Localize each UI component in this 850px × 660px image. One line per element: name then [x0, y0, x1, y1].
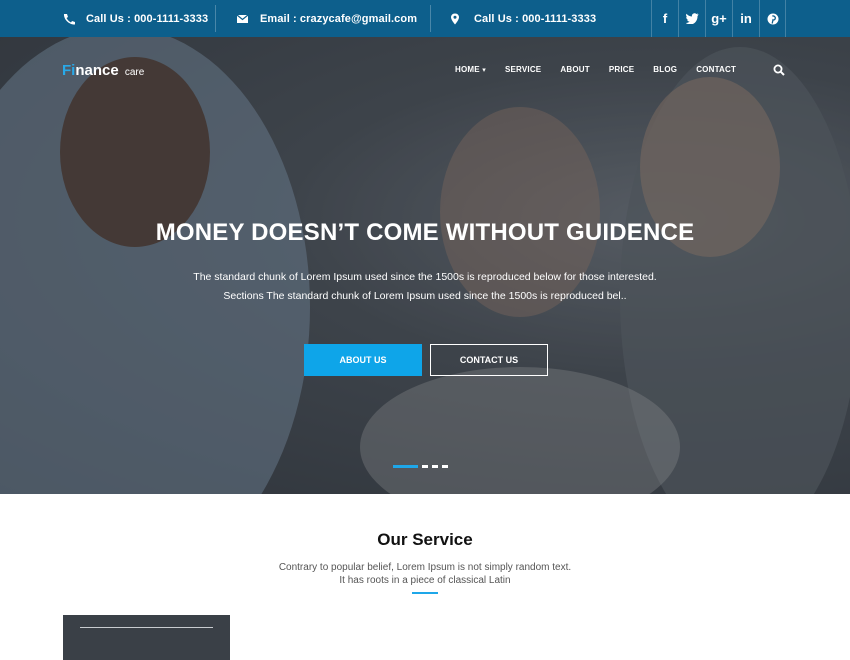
slider-pagination [393, 465, 452, 468]
phone-contact-2[interactable]: Call Us : 000-1111-3333 [450, 0, 596, 37]
main-nav: HOME ▾ SERVICE ABOUT PRICE BLOG CONTACT [455, 65, 755, 74]
logo-suffix: care [124, 67, 145, 78]
envelope-icon [236, 14, 249, 23]
service-card[interactable] [63, 615, 230, 660]
email-text: Email : crazycafe@gmail.com [260, 12, 418, 25]
site-logo[interactable]: Finance care [62, 62, 144, 79]
phone-contact[interactable]: Call Us : 000-1111-3333 [62, 0, 208, 37]
service-description-line-2: It has roots in a piece of classical Lat… [339, 575, 511, 586]
nav-item-service[interactable]: SERVICE [505, 65, 541, 74]
facebook-icon[interactable]: f [651, 0, 678, 37]
slider-dot-active[interactable] [393, 465, 418, 468]
section-underline [412, 592, 438, 594]
pinterest-logo-icon [767, 13, 778, 24]
hero-overlay [0, 37, 850, 494]
card-divider [80, 627, 213, 628]
service-section-title: Our Service [377, 530, 473, 549]
phone-icon [63, 13, 75, 25]
phone-text: Call Us : 000-1111-3333 [86, 12, 209, 25]
linkedin-icon[interactable]: in [732, 0, 759, 37]
nav-item-price[interactable]: PRICE [609, 65, 634, 74]
service-description-line-1: Contrary to popular belief, Lorem Ipsum … [278, 562, 572, 573]
hero-slider: Finance care HOME ▾ SERVICE ABOUT PRICE … [0, 37, 850, 494]
hero-description-line-2: Sections The standard chunk of Lorem Ips… [223, 290, 627, 302]
search-icon[interactable] [773, 64, 785, 76]
nav-item-contact[interactable]: CONTACT [696, 65, 736, 74]
nav-item-blog[interactable]: BLOG [653, 65, 677, 74]
divider [430, 5, 431, 32]
twitter-bird-icon [685, 13, 698, 24]
social-links: f g+ in [651, 0, 786, 37]
divider [215, 5, 216, 32]
nav-item-home[interactable]: HOME ▾ [455, 65, 486, 74]
hero-description-line-1: The standard chunk of Lorem Ipsum used s… [193, 271, 657, 283]
email-contact[interactable]: Email : crazycafe@gmail.com [236, 0, 417, 37]
logo-name: nance [75, 62, 119, 79]
twitter-icon[interactable] [678, 0, 705, 37]
about-us-button[interactable]: ABOUT US [304, 344, 422, 376]
map-marker-icon [451, 13, 459, 24]
google-plus-icon[interactable]: g+ [705, 0, 732, 37]
logo-accent: Fi [62, 62, 76, 79]
phone-text-2: Call Us : 000-1111-3333 [474, 12, 597, 25]
pinterest-icon[interactable] [759, 0, 786, 37]
slider-dot[interactable] [442, 465, 448, 468]
nav-home-label: HOME [455, 65, 480, 74]
nav-item-about[interactable]: ABOUT [560, 65, 589, 74]
slider-dot[interactable] [422, 465, 428, 468]
hero-title: MONEY DOESN’T COME WITHOUT GUIDENCE [155, 219, 695, 246]
top-contact-bar: Call Us : 000-1111-3333 Email : crazycaf… [0, 0, 850, 37]
slider-dot[interactable] [432, 465, 438, 468]
chevron-down-icon: ▾ [482, 67, 486, 74]
contact-us-button[interactable]: CONTACT US [430, 344, 548, 376]
